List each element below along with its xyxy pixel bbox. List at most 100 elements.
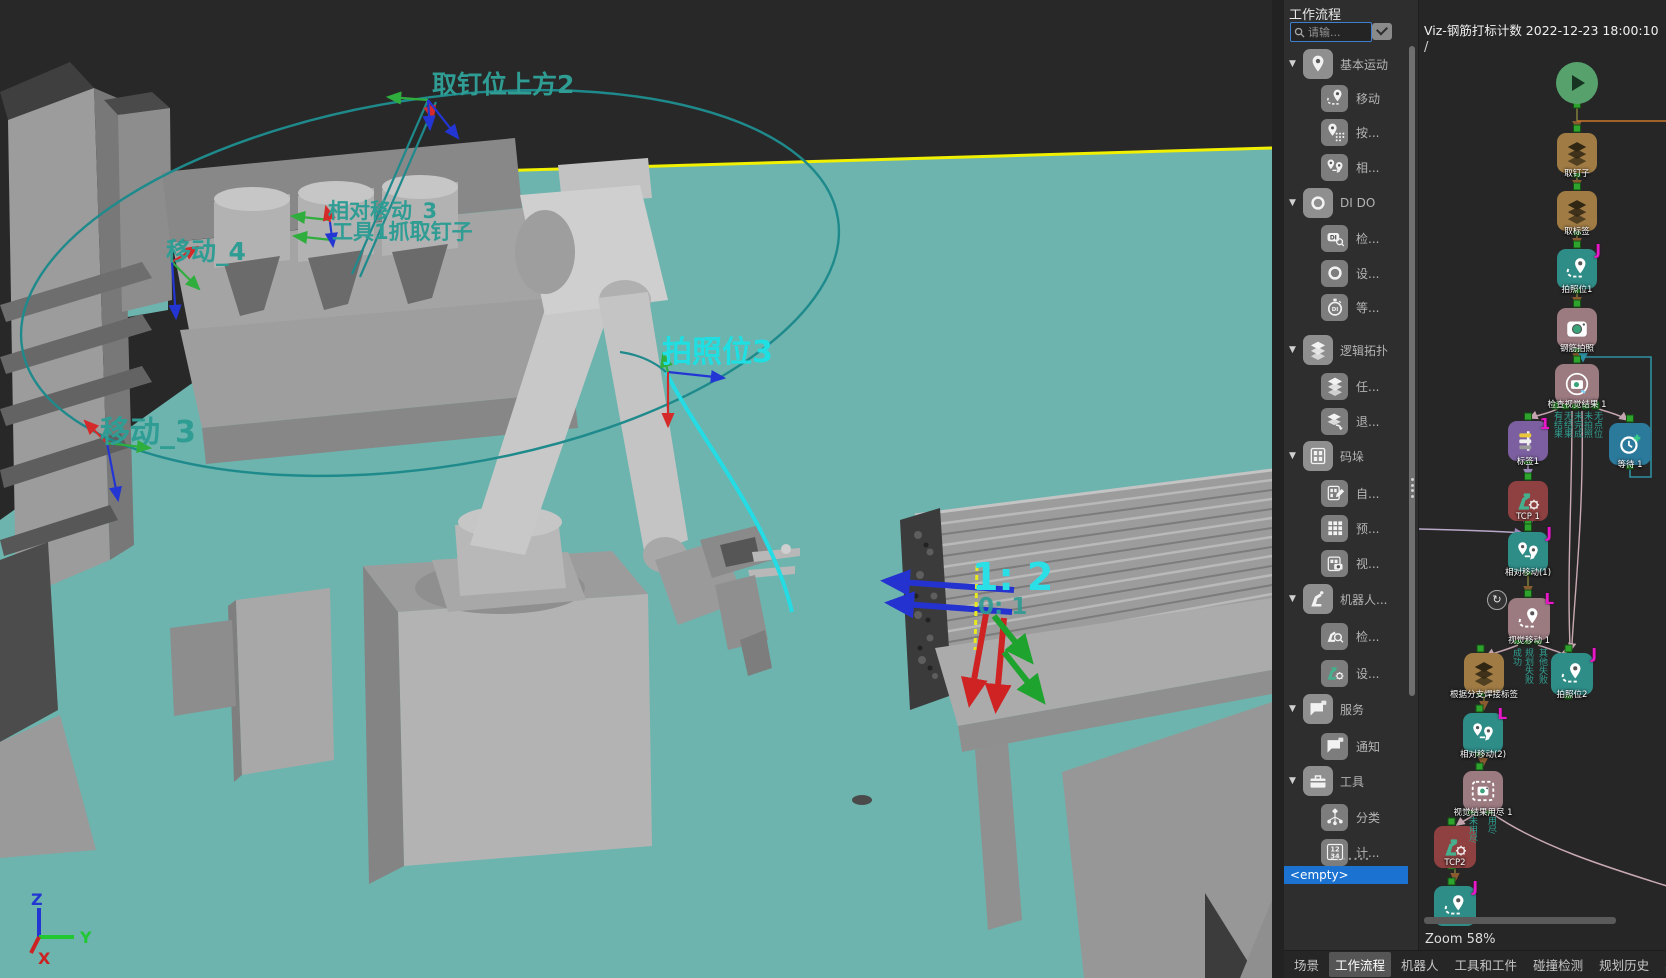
tree-group-logic[interactable]: ▼逻辑拓扑 <box>1284 334 1408 366</box>
node-label: 拍照位1 <box>1562 283 1593 295</box>
motion-type-badge: L <box>1497 705 1507 723</box>
collapse-arrow-icon[interactable]: ▼ <box>1289 59 1296 69</box>
tab-scene[interactable]: 场景 <box>1288 952 1325 977</box>
tree-resize-grip[interactable]: •••••• <box>1336 858 1366 862</box>
node-branch-weld-label[interactable] <box>1464 653 1504 693</box>
branch-label: 未完成 <box>1572 411 1582 438</box>
layers-exit-icon <box>1321 408 1348 435</box>
tree-item-vision-pallet[interactable]: 视... <box>1284 547 1408 579</box>
di-check-icon <box>1321 225 1348 252</box>
count-label-secondary: 0: 1 <box>978 594 1027 620</box>
branch-label: 成功 <box>1511 648 1521 666</box>
play-icon <box>1567 73 1587 93</box>
tree-item-robot-set[interactable]: 设... <box>1284 657 1408 689</box>
node-label: 拍照位2 <box>1557 688 1588 700</box>
tree-item-wait-di[interactable]: 等... <box>1284 291 1408 323</box>
axis-z-label: Z <box>31 890 43 909</box>
count-label-primary: 1: 2 <box>972 555 1053 599</box>
node-label: 取标签 <box>1564 225 1590 237</box>
waypoint-label-move-3: 移动_3 <box>100 415 196 450</box>
tree-item-notify[interactable]: 通知 <box>1284 730 1408 762</box>
tree-item-robot-check[interactable]: 检... <box>1284 620 1408 652</box>
node-label: 视觉结果用尽 1 <box>1453 806 1512 818</box>
branch-label: 无结果 <box>1562 411 1572 438</box>
tree-group-robot[interactable]: ▼机器人... <box>1284 583 1408 615</box>
collapse-arrow-icon[interactable]: ▼ <box>1289 704 1296 714</box>
filter-checkbox[interactable] <box>1372 23 1392 40</box>
tree-item-preset-pallet[interactable]: 预... <box>1284 512 1408 544</box>
axis-x-label: X <box>38 949 51 968</box>
motion-type-badge: J <box>1546 524 1552 542</box>
chat-bubble-icon <box>1303 694 1333 724</box>
robot-gear-icon <box>1321 660 1348 687</box>
toolbox-icon <box>1303 766 1333 796</box>
node-relative-move-2[interactable]: L <box>1463 713 1503 753</box>
tree-item-task[interactable]: 任... <box>1284 370 1408 402</box>
ring-icon <box>1321 260 1348 287</box>
ring-icon <box>1303 188 1333 218</box>
tree-group-di-do[interactable]: ▼DI DO <box>1284 187 1408 219</box>
play-button[interactable] <box>1556 62 1598 104</box>
classify-icon <box>1321 804 1348 831</box>
tab-tools-workpieces[interactable]: 工具和工件 <box>1449 952 1524 977</box>
axis-y-label: Y <box>79 928 92 947</box>
splitter-grip[interactable] <box>1409 478 1416 498</box>
collapse-arrow-icon[interactable]: ▼ <box>1289 776 1296 786</box>
collapse-arrow-icon[interactable]: ▼ <box>1289 451 1296 461</box>
tree-group-tools[interactable]: ▼工具 <box>1284 765 1408 797</box>
tree-item-move[interactable]: 移动 <box>1284 82 1408 114</box>
bottom-tab-bar: 场景 工作流程 机器人 工具和工件 碰撞检测 规划历史 其他 <box>1284 950 1666 978</box>
branch-label: 用尽 <box>1486 816 1496 834</box>
tree-group-service[interactable]: ▼服务 <box>1284 693 1408 725</box>
node-label: 检查视觉结果 1 <box>1547 398 1606 410</box>
tab-planning-history[interactable]: 规划历史 <box>1593 952 1655 977</box>
branch-label: 规划失败 <box>1523 648 1533 684</box>
branch-label: 无点位 <box>1592 411 1602 438</box>
collapse-arrow-icon[interactable]: ▼ <box>1289 594 1296 604</box>
waypoint-label-tool-grab: 工具1抓取钉子 <box>332 220 473 244</box>
collapse-arrow-icon[interactable]: ▼ <box>1289 198 1296 208</box>
3d-viewport[interactable]: 取钉位上方2 相对移动_3 工具1抓取钉子 移动_4 移动_3 拍照位3 1: … <box>0 0 1272 978</box>
tree-group-basic-motion[interactable]: ▼基本运动 <box>1284 48 1408 80</box>
grid-icon <box>1321 515 1348 542</box>
selected-empty-row[interactable]: <empty> <box>1284 866 1408 884</box>
tab-collision-check[interactable]: 碰撞检测 <box>1527 952 1589 977</box>
tree-item-exit[interactable]: 退... <box>1284 405 1408 437</box>
node-label: 取钉子 <box>1564 167 1590 179</box>
tree-item-by-grid[interactable]: 按... <box>1284 116 1408 148</box>
node-label: 标签1 <box>1517 455 1539 467</box>
zoom-level-label: Zoom 58% <box>1425 932 1496 947</box>
waypoint-label-photo-3: 拍照位3 <box>662 335 773 370</box>
node-label: TCP 1 <box>1516 512 1540 522</box>
tree-item-custom-pallet[interactable]: 自... <box>1284 477 1408 509</box>
tree-group-palletize[interactable]: ▼码垛 <box>1284 440 1408 472</box>
tree-item-classify[interactable]: 分类 <box>1284 801 1408 833</box>
waypoint-label-pick-above: 取钉位上方2 <box>432 70 574 99</box>
pin-grid-icon <box>1321 119 1348 146</box>
canvas-horizontal-scrollbar[interactable] <box>1424 917 1616 924</box>
collapse-arrow-icon[interactable]: ▼ <box>1289 345 1296 355</box>
tree-item-check-di[interactable]: 检... <box>1284 222 1408 254</box>
branch-label: 其他失败 <box>1537 648 1547 684</box>
motion-type-badge: J <box>1472 878 1478 896</box>
node-vision-result-exhausted[interactable] <box>1463 771 1503 811</box>
search-input[interactable]: 请输... <box>1290 22 1372 42</box>
search-placeholder: 请输... <box>1308 24 1341 40</box>
layers-icon <box>1321 373 1348 400</box>
motion-type-badge: J <box>1595 241 1601 259</box>
branch-label: 有结果 <box>1552 411 1562 438</box>
application-window: 取钉位上方2 相对移动_3 工具1抓取钉子 移动_4 移动_3 拍照位3 1: … <box>0 0 1666 978</box>
panel-divider[interactable] <box>1272 0 1284 978</box>
pin-path-icon <box>1321 85 1348 112</box>
tab-robot[interactable]: 机器人 <box>1395 952 1445 977</box>
pallet-icon <box>1303 441 1333 471</box>
tree-scrollbar[interactable] <box>1409 46 1415 696</box>
robot-search-icon <box>1321 623 1348 650</box>
tab-workflow[interactable]: 工作流程 <box>1329 952 1391 977</box>
tree-item-set-do[interactable]: 设... <box>1284 257 1408 289</box>
tab-other[interactable]: 其他 <box>1659 952 1666 977</box>
workflow-node-library: 工作流程 请输... ▼基本运动 移动 按... 相... ▼DI DO 检..… <box>1284 0 1418 950</box>
workflow-canvas[interactable]: Viz-钢筋打标计数 2022-12-23 18:00:10 / <box>1418 0 1666 950</box>
signpost-icon <box>1515 428 1541 454</box>
tree-item-relative[interactable]: 相... <box>1284 151 1408 183</box>
